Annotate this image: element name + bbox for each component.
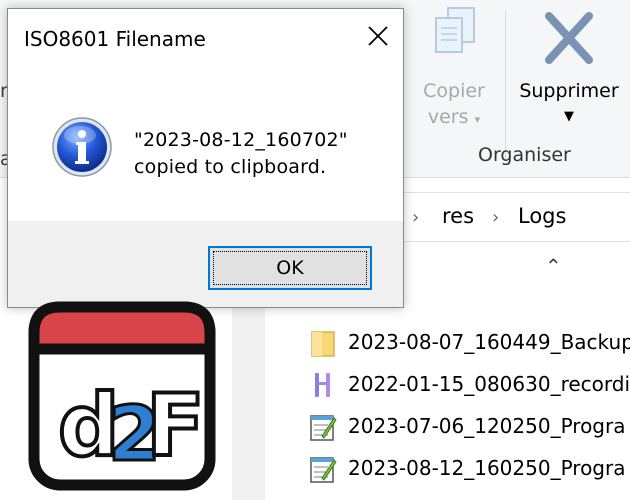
dialog-message-filename: "2023-08-12_160702" (134, 129, 348, 151)
chevron-right-icon: › (412, 207, 420, 228)
copy-icon (435, 7, 475, 53)
breadcrumb-logs[interactable]: Logs (518, 204, 566, 228)
chevron-down-icon: ▾ (474, 113, 481, 126)
list-item[interactable]: 2023-08-12_160250_Progra (308, 450, 630, 486)
copy-to-label-1: Copier (423, 80, 485, 102)
file-name: 2023-08-12_160250_Progra (348, 456, 626, 480)
chevron-down-icon: ▼ (564, 109, 574, 124)
delete-label: Supprimer (519, 80, 619, 102)
folder-icon (311, 331, 335, 357)
copy-to-label-2: vers ▾ (427, 106, 481, 128)
list-item[interactable]: 2023-07-06_120250_Progra (308, 408, 630, 444)
list-item[interactable]: 2023-08-07_160449_Backup (308, 324, 630, 360)
message-dialog: ISO8601 Filename "2023-08-12_160702" cop… (7, 8, 404, 308)
list-item[interactable]: 2022-01-15_080630_recordi (308, 366, 630, 402)
copy-to-button[interactable]: Copier vers ▾ (412, 4, 496, 133)
d2f-logo: d 2 F (28, 301, 216, 491)
file-name: 2023-07-06_120250_Progra (348, 414, 626, 438)
delete-x-icon (545, 12, 593, 64)
delete-button[interactable]: Supprimer ▼ (512, 4, 626, 130)
ribbon-separator (505, 10, 506, 160)
sort-chevron-up-icon[interactable]: ⌃ (545, 254, 562, 278)
notepad-file-icon (310, 457, 337, 483)
close-icon (368, 26, 388, 46)
file-name: 2022-01-15_080630_recordi (348, 372, 630, 396)
breadcrumb-res[interactable]: res (442, 204, 474, 228)
chevron-right-icon: › (492, 207, 500, 228)
dialog-body: "2023-08-12_160702" copied to clipboard. (8, 69, 403, 221)
notepad-file-icon (310, 415, 337, 441)
dialog-title: ISO8601 Filename (24, 27, 206, 51)
info-icon (52, 117, 112, 177)
address-bar[interactable]: › res › Logs (404, 192, 630, 242)
group-label-organiser: Organiser (478, 144, 571, 166)
dialog-message-text: copied to clipboard. (134, 156, 327, 178)
file-name: 2023-08-07_160449_Backup (348, 330, 630, 354)
logo-letter-f: F (146, 376, 205, 476)
audio-file-icon (315, 373, 330, 397)
close-button[interactable] (363, 21, 393, 51)
ok-button[interactable]: OK (208, 246, 372, 290)
